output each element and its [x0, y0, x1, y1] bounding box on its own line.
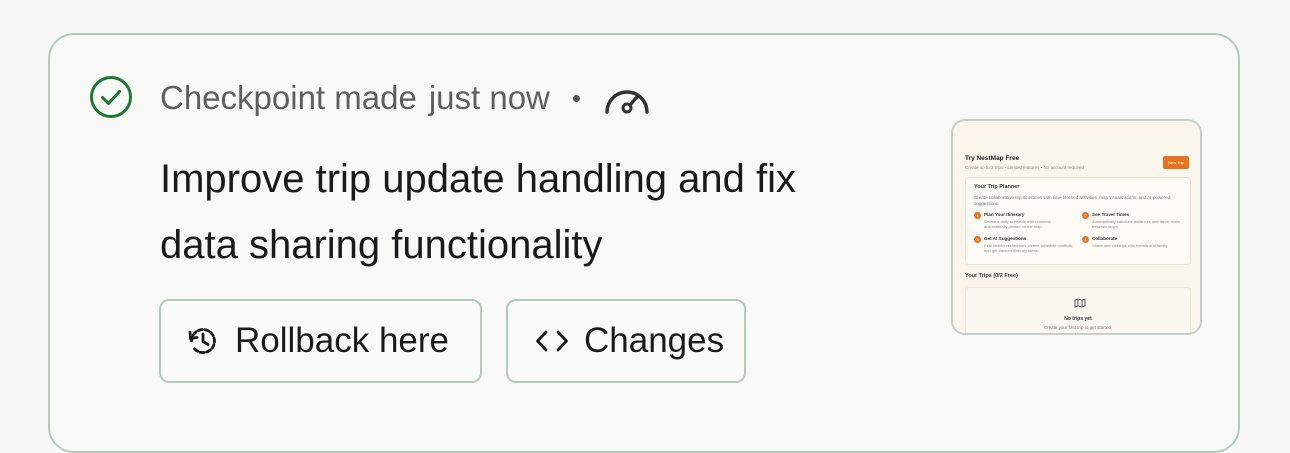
changes-button[interactable]: Changes [506, 299, 746, 383]
description-line-1: Improve trip update handling and fix [160, 157, 796, 201]
gauge-icon[interactable] [603, 80, 651, 116]
changes-label: Changes [584, 321, 725, 360]
preview-title: Try NestMap Free [965, 155, 1020, 162]
preview-step-number: 1 [974, 212, 981, 219]
checkpoint-header: Checkpoint made just now • [160, 76, 651, 120]
description-line-2: data sharing functionality [160, 223, 603, 267]
checkpoint-time: just now [428, 79, 550, 116]
preview-thumbnail[interactable]: Try NestMap Free Create up to 2 trips • … [951, 119, 1202, 335]
separator-dot: • [571, 83, 581, 113]
preview-empty-title: No trips yet [1064, 316, 1092, 322]
rollback-label: Rollback here [235, 321, 449, 360]
preview-planner-panel: Your Trip Planner Create collaborative t… [965, 177, 1191, 265]
preview-step-title: Collaborate [1092, 236, 1118, 241]
preview-step-title: See Travel Times [1092, 212, 1130, 217]
preview-empty-desc: Create your first trip to get started. [1043, 325, 1113, 330]
preview-planner-title: Your Trip Planner [974, 184, 1020, 190]
preview-new-trip-button: New Trip [1163, 156, 1189, 169]
preview-step-number: 3 [974, 236, 981, 243]
checkpoint-description: Improve trip update handling and fix dat… [160, 146, 920, 278]
preview-step-desc: Automatically calculate distances and tr… [1092, 219, 1181, 229]
preview-empty-state: No trips yet Create your first trip to g… [965, 287, 1191, 333]
preview-planner-desc: Create collaborative trip itineraries wi… [974, 195, 1171, 206]
checkpoint-status: Checkpoint made [160, 79, 417, 116]
history-icon [188, 328, 216, 354]
preview-step-desc: Share and edit trips with friends and fa… [1092, 243, 1169, 248]
check-circle-icon [90, 76, 132, 118]
preview-subtitle: Create up to 2 trips • Limited features … [965, 165, 1084, 170]
rollback-button[interactable]: Rollback here [159, 299, 482, 383]
preview-step-desc: Find nearby restaurants, detect schedule… [984, 243, 1074, 253]
preview-step-title: Get AI Suggestions [984, 236, 1027, 241]
preview-step-title: Plan Your Itinerary [984, 212, 1025, 217]
map-icon [1074, 298, 1086, 308]
code-icon [536, 330, 568, 352]
preview-step-number: 2 [1082, 212, 1089, 219]
preview-step-number: 4 [1082, 236, 1089, 243]
preview-step-desc: Create a daily schedule with locations a… [984, 219, 1051, 229]
preview-your-trips-title: Your Trips (0/2 Free) [965, 273, 1018, 279]
